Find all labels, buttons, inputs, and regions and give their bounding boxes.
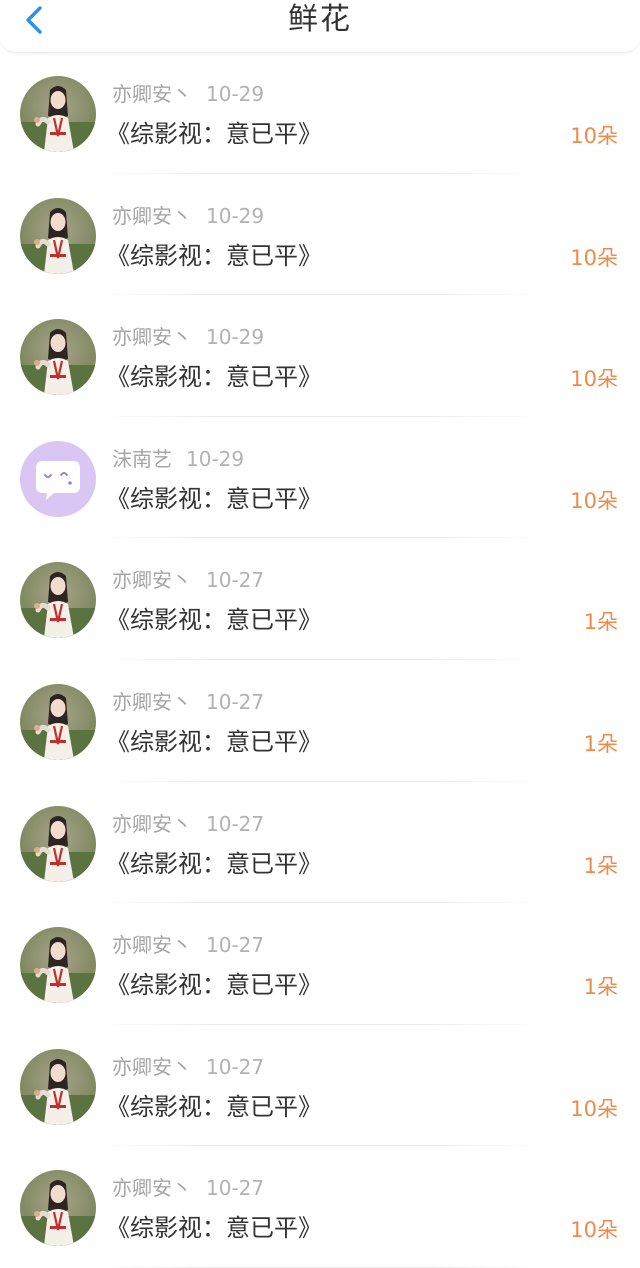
list-item[interactable]: 亦卿安丶 10-29 《综影视：意已平》 10朵 [0,52,640,174]
flower-count: 10朵 [570,1096,618,1121]
record-date: 10-29 [206,325,265,350]
flower-record-list: 亦卿安丶 10-29 《综影视：意已平》 10朵 亦卿安丶 10-29 《综影视：意已平》… [0,52,640,1268]
book-title[interactable]: 《综影视：意已平》 [106,965,322,1000]
list-item[interactable]: 亦卿安丶 10-29 《综影视：意已平》 10朵 [0,174,640,296]
user-name[interactable]: 亦卿安丶 [112,690,192,714]
record-date: 10-29 [186,446,245,471]
book-title[interactable]: 《综影视：意已平》 [106,844,322,879]
user-name[interactable]: 亦卿安丶 [112,1055,192,1079]
record-date: 10-27 [206,811,265,836]
meta-line: 沫南艺 10-29 [112,443,244,472]
flower-count: 10朵 [570,367,618,392]
list-item[interactable]: 亦卿安丶 10-29 《综影视：意已平》 10朵 [0,295,640,417]
book-title[interactable]: 《综影视：意已平》 [106,357,322,392]
meta-line: 亦卿安丶 10-27 [112,1051,264,1080]
meta-line: 亦卿安丶 10-29 [112,321,264,350]
user-name[interactable]: 亦卿安丶 [112,325,192,349]
meta-line: 亦卿安丶 10-27 [112,686,264,715]
book-title[interactable]: 《综影视：意已平》 [106,479,322,514]
user-name[interactable]: 亦卿安丶 [112,812,192,836]
list-item[interactable]: 沫南艺 10-29 《综影视：意已平》 10朵 [0,417,640,539]
avatar[interactable] [20,562,96,639]
book-title[interactable]: 《综影视：意已平》 [106,1087,322,1122]
flower-count: 10朵 [570,245,618,270]
book-title[interactable]: 《综影视：意已平》 [106,236,322,271]
meta-line: 亦卿安丶 10-27 [112,564,264,593]
flower-count: 1朵 [583,975,618,1000]
user-name[interactable]: 亦卿安丶 [112,933,192,957]
user-name[interactable]: 亦卿安丶 [112,568,192,592]
flower-count: 10朵 [570,488,618,513]
avatar[interactable] [20,76,96,152]
default-avatar[interactable] [20,440,96,517]
meta-line: 亦卿安丶 10-27 [112,808,264,837]
list-item[interactable]: 亦卿安丶 10-27 《综影视：意已平》 1朵 [0,538,640,660]
header-bar: 鲜花 [0,0,640,53]
record-date: 10-27 [206,689,265,714]
flower-count: 10朵 [570,1218,618,1243]
list-item[interactable]: 亦卿安丶 10-27 《综影视：意已平》 1朵 [0,660,640,782]
record-date: 10-29 [206,203,265,228]
avatar[interactable] [20,1048,96,1125]
record-date: 10-27 [206,1054,265,1079]
user-name[interactable]: 亦卿安丶 [112,1176,192,1200]
avatar[interactable] [20,683,96,760]
avatar[interactable] [20,805,96,882]
avatar[interactable] [20,319,96,396]
book-title[interactable]: 《综影视：意已平》 [106,600,322,635]
list-item[interactable]: 亦卿安丶 10-27 《综影视：意已平》 10朵 [0,1146,640,1268]
meta-line: 亦卿安丶 10-27 [112,1172,264,1201]
flower-count: 1朵 [583,853,618,878]
list-item[interactable]: 亦卿安丶 10-27 《综影视：意已平》 1朵 [0,782,640,904]
record-date: 10-27 [206,1176,265,1201]
record-date: 10-27 [206,933,265,958]
book-title[interactable]: 《综影视：意已平》 [106,722,322,757]
meta-line: 亦卿安丶 10-29 [112,78,264,107]
flower-count: 10朵 [570,124,618,148]
record-date: 10-29 [206,82,265,106]
avatar[interactable] [20,1170,96,1247]
meta-line: 亦卿安丶 10-27 [112,929,264,958]
user-name[interactable]: 亦卿安丶 [112,82,192,106]
avatar[interactable] [20,197,96,274]
flower-count: 1朵 [583,731,618,756]
user-name[interactable]: 沫南艺 [112,447,172,471]
record-date: 10-27 [206,568,265,593]
page-title: 鲜花 [288,2,352,37]
user-name[interactable]: 亦卿安丶 [112,204,192,228]
book-title[interactable]: 《综影视：意已平》 [106,1208,322,1243]
list-item[interactable]: 亦卿安丶 10-27 《综影视：意已平》 10朵 [0,1025,640,1147]
avatar[interactable] [20,927,96,1004]
meta-line: 亦卿安丶 10-29 [112,200,264,229]
flower-count: 1朵 [583,610,618,635]
book-title[interactable]: 《综影视：意已平》 [106,114,322,149]
list-item[interactable]: 亦卿安丶 10-27 《综影视：意已平》 1朵 [0,903,640,1025]
